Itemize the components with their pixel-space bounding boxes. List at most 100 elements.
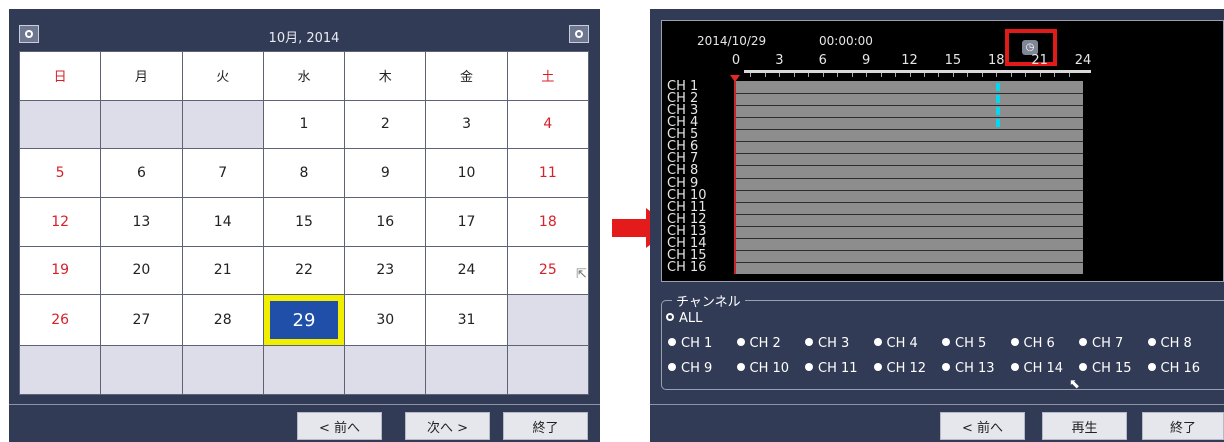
channel-radio-label: CH 4 [886, 336, 918, 351]
day-cell[interactable]: 17 [426, 198, 507, 246]
playback-position-line [734, 81, 736, 274]
playback-marker-icon[interactable] [730, 75, 740, 82]
recording-segment[interactable] [996, 107, 1000, 115]
channel-radio[interactable]: CH 14 [1010, 361, 1063, 376]
channel-radio[interactable]: CH 11 [805, 361, 858, 376]
radio-bullet-icon [736, 363, 745, 371]
close-button[interactable]: 終了 [1142, 412, 1224, 440]
hour-tick-label: 18 [987, 53, 1005, 68]
day-cell[interactable]: 15 [263, 198, 345, 246]
day-cell[interactable]: 31 [426, 295, 507, 346]
channel-row-divider [736, 226, 1083, 227]
timeline-screen: 2014/10/29 00:00:00 ◷ 0 3 6 9 12 15 18 21 24 CH … [661, 20, 1224, 282]
day-cell[interactable]: 6 [101, 149, 182, 197]
selected-day-label: 29 [263, 295, 344, 346]
play-button[interactable]: 再生 [1042, 412, 1127, 440]
day-cell[interactable]: 23 [345, 246, 426, 295]
radio-bullet-icon [873, 363, 882, 371]
channel-radio[interactable]: CH 8 [1147, 336, 1192, 351]
channel-row-divider [736, 141, 1083, 142]
channel-radio[interactable]: CH 7 [1079, 336, 1123, 351]
channel-radio[interactable]: CH 4 [873, 336, 918, 351]
recording-segment[interactable] [996, 95, 1000, 103]
channel-radio-label: CH 5 [955, 336, 987, 351]
empty-day-cell [507, 295, 588, 346]
close-button[interactable]: 終了 [503, 412, 588, 440]
channel-radio[interactable]: CH 3 [805, 336, 849, 351]
day-cell[interactable]: 1 [263, 100, 345, 149]
channel-all-radio[interactable]: ALL [666, 311, 702, 326]
channel-radio[interactable]: CH 13 [942, 361, 995, 376]
day-cell[interactable]: 19 [20, 246, 101, 295]
day-cell[interactable]: 14 [182, 198, 263, 246]
recording-segment[interactable] [996, 83, 1000, 91]
day-cell[interactable]: 18 [507, 198, 588, 246]
next-button[interactable]: 次へ > [405, 412, 490, 440]
channel-radio[interactable]: CH 15 [1079, 361, 1132, 376]
hour-minor-tick [779, 73, 781, 77]
radio-bullet-icon [805, 338, 813, 346]
day-cell[interactable]: 28 [182, 295, 263, 346]
channel-radio-label: CH 10 [749, 361, 790, 376]
radio-bullet-icon [1079, 363, 1087, 371]
day-cell[interactable]: 21 [182, 246, 263, 295]
hour-tick-label: 24 [1074, 53, 1092, 68]
day-cell[interactable]: 24 [426, 246, 507, 295]
hour-minor-tick [837, 73, 839, 77]
channel-row-divider [736, 214, 1083, 215]
weekday-header: 日 [20, 52, 101, 100]
radio-bullet-icon [668, 338, 676, 346]
hour-minor-tick [909, 73, 911, 77]
channel-row-divider [736, 93, 1083, 94]
hour-minor-tick [895, 73, 897, 77]
recording-segment[interactable] [996, 119, 1000, 127]
calendar-grid: 日月火水木金土 1 2 3 4 5 6 7 8 9 10 11 12 13 14 15 16 17 18 19 20 21… [19, 51, 589, 395]
empty-day-cell [20, 346, 101, 394]
selected-day-cell[interactable]: 29 [263, 295, 345, 346]
day-cell[interactable]: 8 [263, 149, 345, 197]
channel-radio[interactable]: CH 9 [668, 361, 712, 376]
hour-tick-label: 9 [861, 53, 871, 68]
day-cell[interactable]: 4 [507, 100, 588, 149]
radio-bullet-icon [873, 338, 882, 346]
day-cell[interactable]: 16 [345, 198, 426, 246]
prev-button[interactable]: < 前へ [940, 412, 1025, 440]
day-cell[interactable]: 30 [345, 295, 426, 346]
next-month-button[interactable] [569, 25, 589, 43]
day-cell[interactable]: 3 [426, 100, 507, 149]
mouse-cursor-icon: ⇱ [576, 267, 587, 282]
channel-radio[interactable]: CH 6 [1010, 336, 1055, 351]
day-cell[interactable]: 5 [20, 149, 101, 197]
empty-day-cell [101, 100, 182, 149]
day-cell[interactable]: 26 [20, 295, 101, 346]
hour-minor-tick [967, 73, 969, 77]
day-cell[interactable]: 13 [101, 198, 182, 246]
radio-bullet-icon [1010, 363, 1019, 371]
channel-row-divider [736, 202, 1083, 203]
radio-bullet-icon [942, 338, 950, 346]
day-cell[interactable]: 2 [345, 100, 426, 149]
day-cell[interactable]: 11 [507, 149, 588, 197]
radio-bullet-icon [805, 363, 813, 371]
day-cell[interactable]: 10 [426, 149, 507, 197]
hour-tick-label: 15 [944, 53, 962, 68]
empty-day-cell [507, 346, 588, 394]
channel-radio[interactable]: CH 16 [1147, 361, 1200, 376]
day-cell[interactable]: 22 [263, 246, 345, 295]
day-cell[interactable]: 9 [345, 149, 426, 197]
prev-button[interactable]: < 前へ [297, 412, 382, 440]
channel-radio[interactable]: CH 12 [873, 361, 926, 376]
channel-radio-label: CH 13 [955, 361, 995, 376]
hour-minor-tick [808, 73, 810, 77]
day-cell[interactable]: 7 [182, 149, 263, 197]
channel-radio[interactable]: CH 5 [942, 336, 986, 351]
hour-minor-tick [952, 73, 954, 77]
channel-timeline-rows[interactable] [736, 81, 1083, 274]
day-cell[interactable]: 27 [101, 295, 182, 346]
day-cell[interactable]: 12 [20, 198, 101, 246]
channel-radio[interactable]: CH 2 [736, 336, 781, 351]
hour-minor-tick [923, 73, 925, 77]
channel-radio[interactable]: CH 1 [668, 336, 712, 351]
channel-radio[interactable]: CH 10 [736, 361, 790, 376]
day-cell[interactable]: 20 [101, 246, 182, 295]
